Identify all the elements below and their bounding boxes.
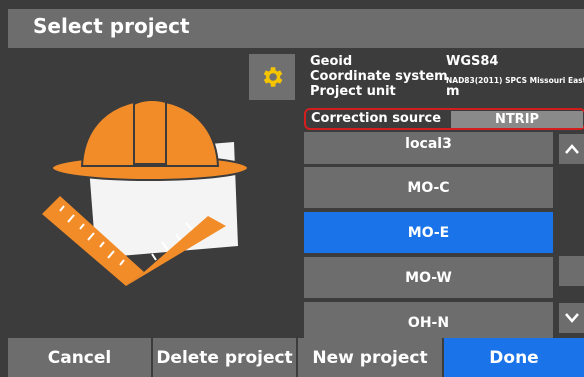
scroll-up-button[interactable]: [559, 134, 584, 164]
project-unit-label: Project unit: [310, 84, 396, 99]
correction-source-label: Correction source: [311, 111, 442, 126]
project-item-mo-w[interactable]: MO-W: [304, 257, 553, 298]
button-bar: Cancel Delete project New project Done: [8, 338, 584, 377]
cancel-button[interactable]: Cancel: [8, 338, 151, 377]
gear-icon: [263, 67, 283, 87]
title-bar: Select project: [8, 9, 584, 48]
geoid-row: Geoid WGS84: [310, 54, 584, 69]
project-unit-row: Project unit m: [310, 84, 584, 99]
coordinate-system-row: Coordinate system NAD83(2011) SPCS Misso…: [310, 69, 584, 85]
new-project-button[interactable]: New project: [298, 338, 442, 377]
project-info: Geoid WGS84 Coordinate system NAD83(2011…: [310, 54, 584, 99]
chevron-down-icon: [564, 313, 579, 323]
correction-source-row: Correction source NTRIP: [304, 108, 584, 130]
project-item-label: local3: [405, 135, 452, 152]
project-item-local3[interactable]: local3: [304, 132, 553, 164]
project-item-oh-n[interactable]: OH-N: [304, 302, 553, 338]
project-item-mo-e[interactable]: MO-E: [304, 212, 553, 253]
geoid-value: WGS84: [446, 54, 499, 69]
scrollbar-thumb[interactable]: [559, 256, 584, 286]
geoid-label: Geoid: [310, 54, 353, 69]
delete-project-button[interactable]: Delete project: [153, 338, 296, 377]
project-item-mo-c[interactable]: MO-C: [304, 167, 553, 208]
project-list[interactable]: local3 MO-C MO-E MO-W OH-N: [304, 132, 554, 338]
project-item-label: MO-E: [407, 224, 450, 241]
scroll-down-button[interactable]: [559, 303, 584, 333]
done-button[interactable]: Done: [444, 338, 584, 377]
project-unit-value: m: [446, 84, 460, 99]
project-illustration: [38, 96, 249, 290]
correction-source-value: NTRIP: [451, 111, 583, 128]
project-item-label: MO-C: [407, 179, 450, 196]
project-item-label: OH-N: [407, 314, 450, 331]
project-settings-button[interactable]: [249, 54, 295, 100]
project-item-label: MO-W: [405, 269, 452, 286]
coordinate-system-label: Coordinate system: [310, 69, 448, 84]
dialog-title: Select project: [33, 14, 190, 38]
chevron-up-icon: [564, 144, 579, 154]
